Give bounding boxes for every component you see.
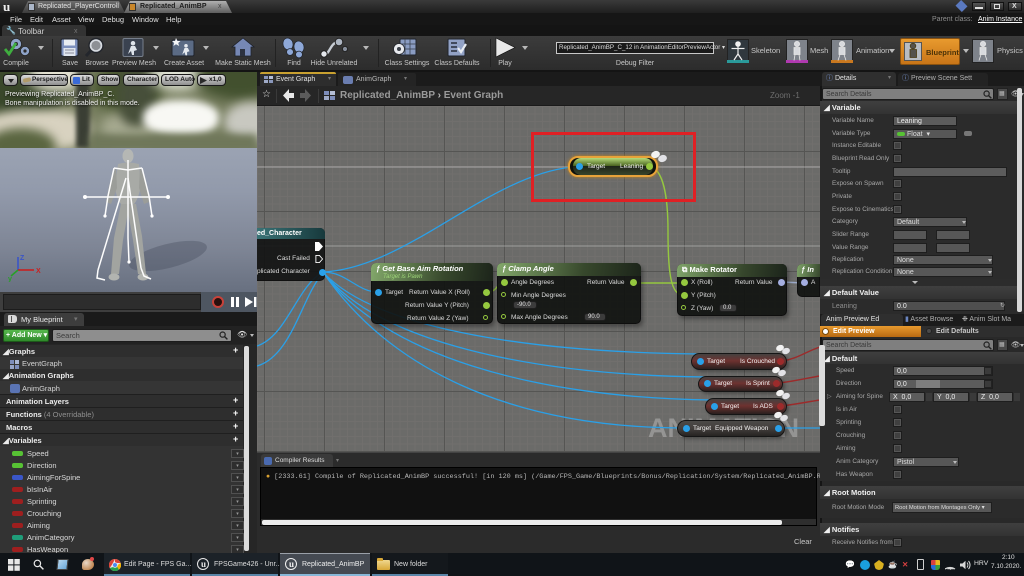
svg-text:X: X — [36, 268, 41, 275]
svg-text:y: y — [8, 276, 12, 282]
svg-text:Z: Z — [20, 255, 25, 262]
